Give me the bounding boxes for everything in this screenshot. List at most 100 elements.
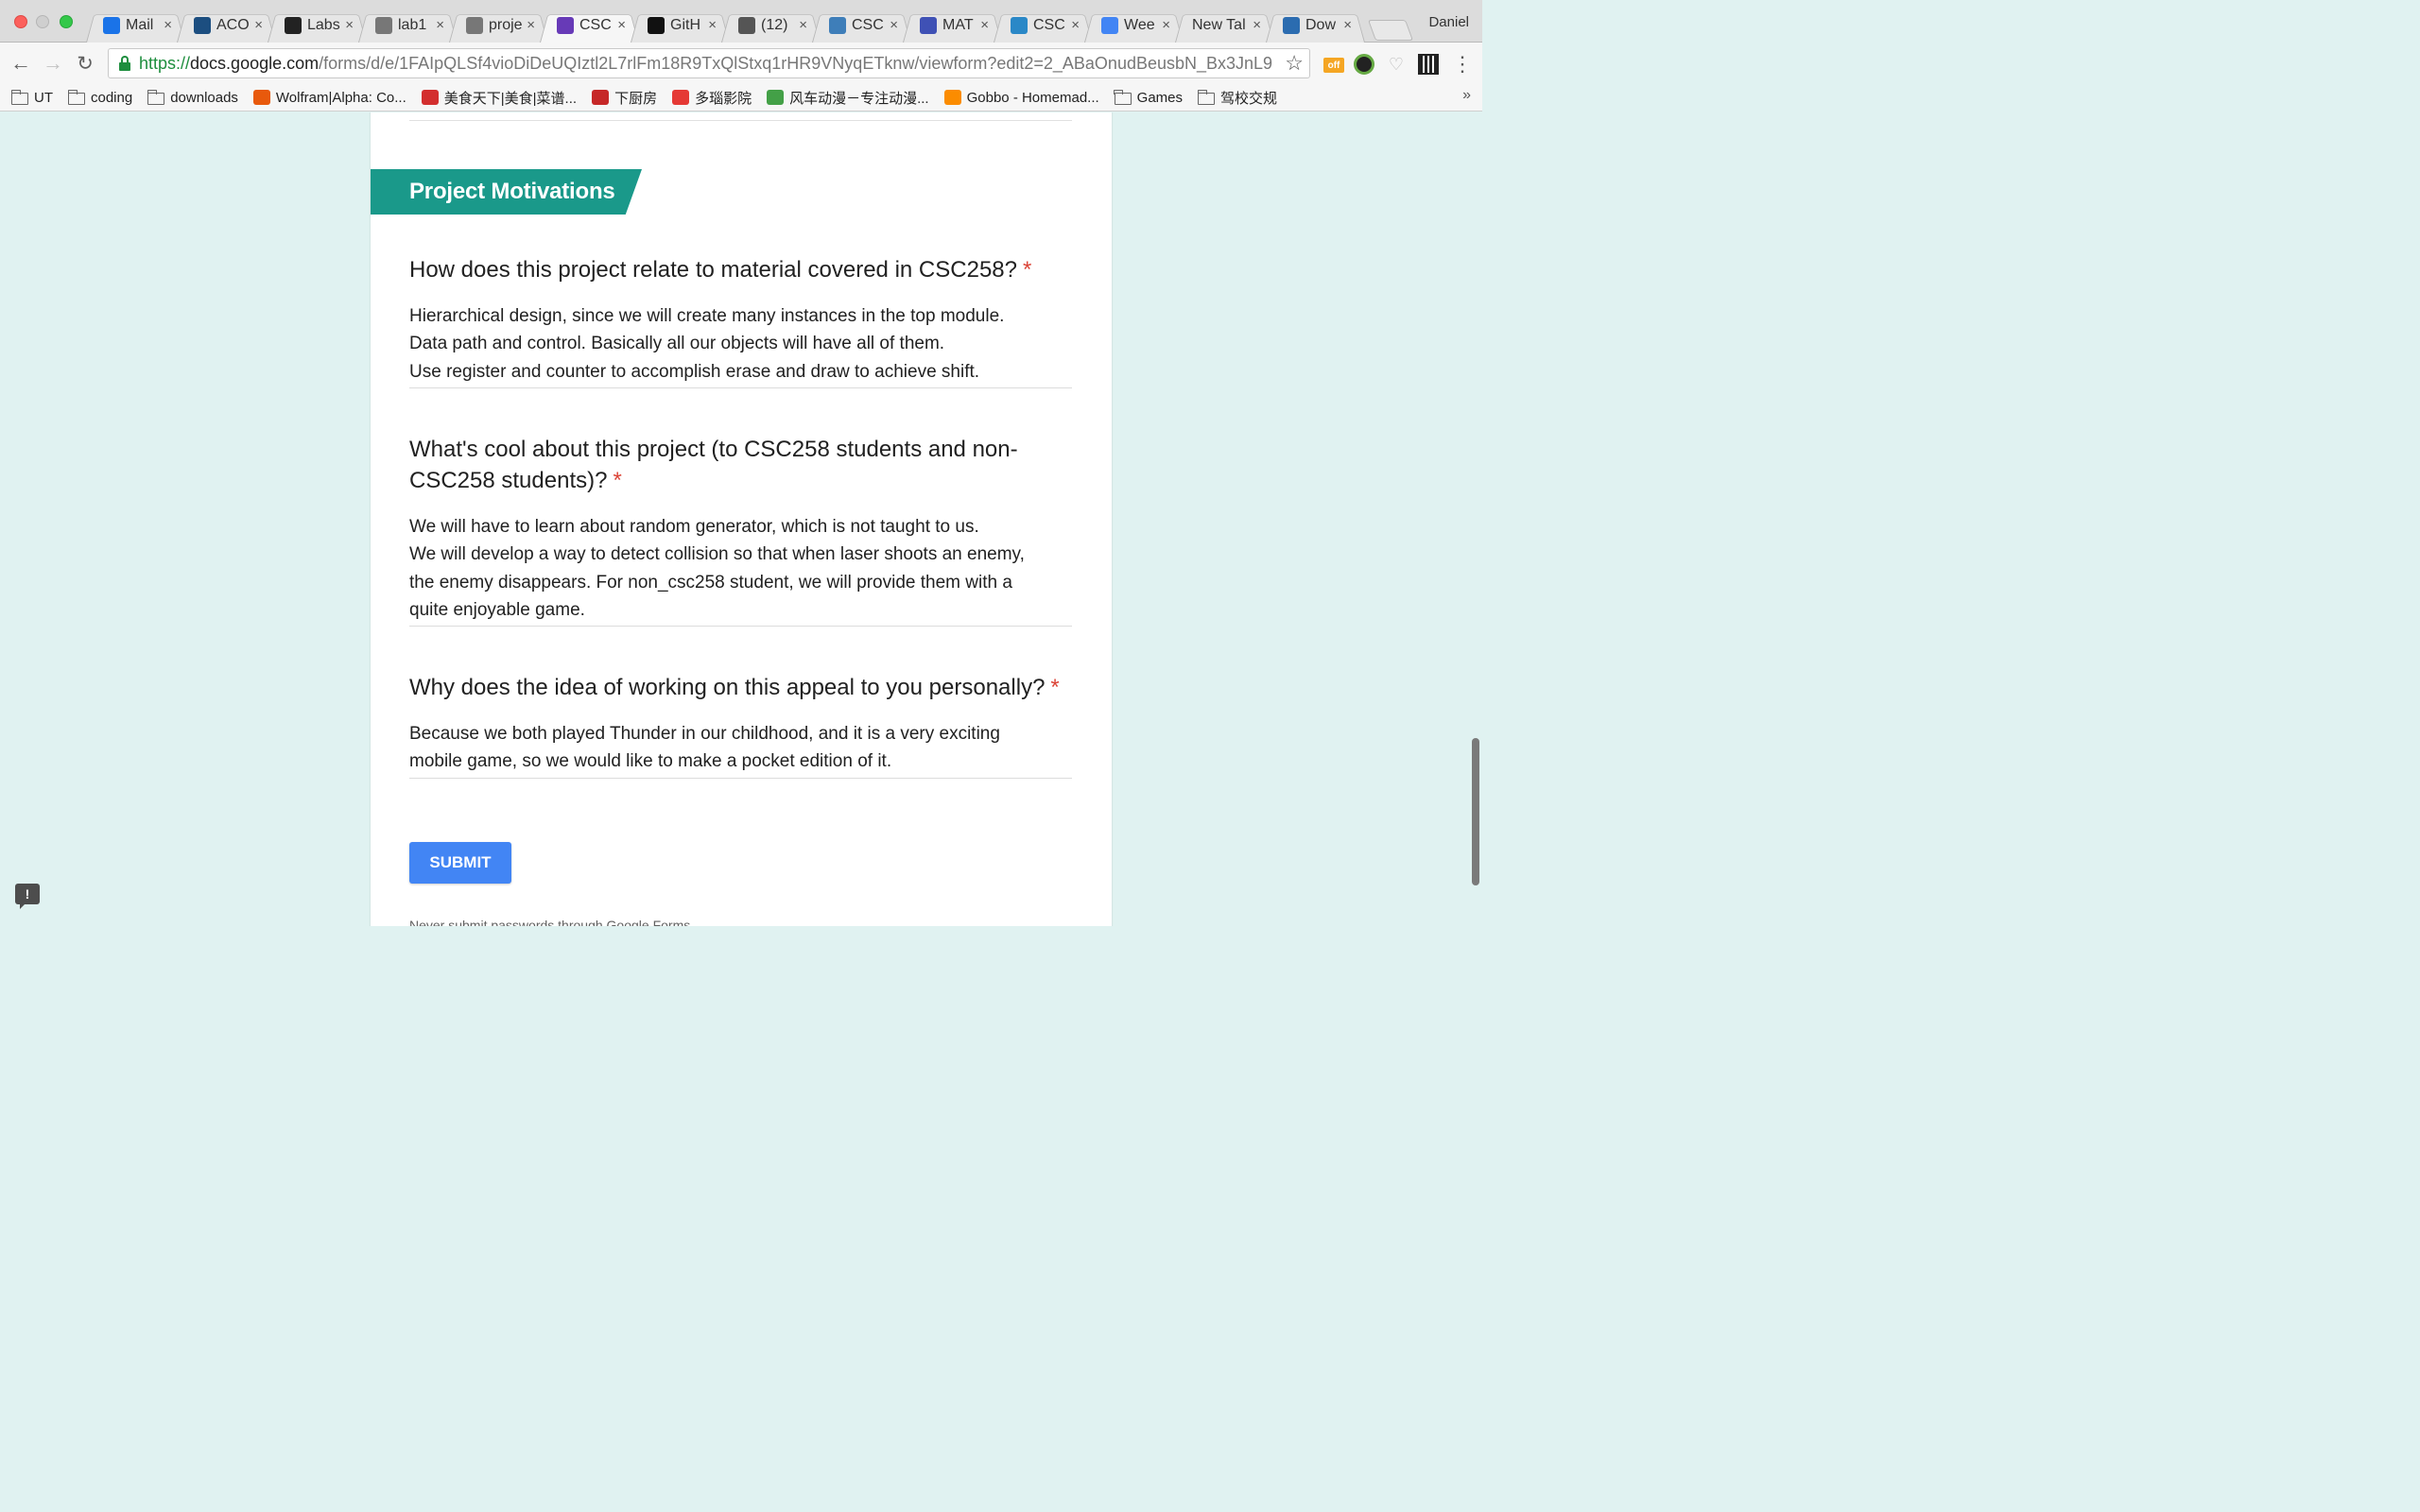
answer-line: the enemy disappears. For non_csc258 stu… bbox=[409, 572, 1012, 593]
docs-icon bbox=[1101, 17, 1118, 34]
reload-button[interactable]: ↻ bbox=[72, 50, 98, 77]
close-tab-icon[interactable]: × bbox=[527, 17, 535, 33]
pinwheel-icon bbox=[767, 90, 785, 105]
browser-tab[interactable]: (12) × bbox=[725, 9, 817, 43]
browser-tab[interactable]: lab1 × bbox=[362, 9, 454, 43]
github-icon bbox=[648, 17, 665, 34]
required-marker: * bbox=[1022, 257, 1032, 283]
folder-icon bbox=[10, 89, 28, 105]
tab-title: GitH bbox=[670, 17, 700, 33]
tab-title: (12) bbox=[761, 17, 788, 33]
close-tab-icon[interactable]: × bbox=[164, 17, 172, 33]
extension-off-label: off bbox=[1327, 60, 1340, 71]
browser-tab[interactable]: CSC × bbox=[816, 9, 908, 43]
close-tab-icon[interactable]: × bbox=[1162, 17, 1170, 33]
browser-tab[interactable]: MAT × bbox=[907, 9, 998, 43]
form-card: Project Motivations How does this projec… bbox=[371, 112, 1112, 926]
browser-tab[interactable]: CSC × bbox=[997, 9, 1089, 43]
fullscreen-window-button[interactable] bbox=[60, 15, 73, 28]
browser-menu-button[interactable]: ⋮ bbox=[1452, 52, 1473, 77]
tab-strip: Mail × ACO × Labs × lab1 × proje × CSC × GitH × (12) × C… bbox=[0, 0, 1482, 43]
close-tab-icon[interactable]: × bbox=[1253, 17, 1261, 33]
close-tab-icon[interactable]: × bbox=[254, 17, 263, 33]
browser-tab[interactable]: CSC × bbox=[544, 9, 635, 43]
folder-icon bbox=[147, 89, 165, 105]
blackboard-icon bbox=[285, 17, 302, 34]
browser-tab[interactable]: New Tal × bbox=[1179, 9, 1270, 43]
extension-eye-icon[interactable] bbox=[1354, 54, 1374, 75]
tab-title: Dow bbox=[1305, 17, 1337, 33]
close-tab-icon[interactable]: × bbox=[436, 17, 444, 33]
shield-crest-icon bbox=[920, 17, 937, 34]
bookmark-label: 风车动漫－专注动漫... bbox=[789, 90, 929, 107]
tab-title: Mail bbox=[126, 17, 154, 33]
browser-tab[interactable]: ACO × bbox=[181, 9, 272, 43]
browser-tab[interactable]: GitH × bbox=[634, 9, 726, 43]
bookmark-item[interactable]: downloads bbox=[147, 89, 238, 106]
reload-icon: ↻ bbox=[77, 52, 94, 75]
close-tab-icon[interactable]: × bbox=[345, 17, 354, 33]
submit-button[interactable]: SUBMIT bbox=[409, 842, 511, 884]
forward-button[interactable]: → bbox=[40, 50, 66, 77]
bookmark-item[interactable]: 风车动漫－专注动漫... bbox=[767, 88, 929, 108]
url-host: docs.google.com bbox=[190, 53, 320, 73]
answer-line: mobile game, so we would like to make a … bbox=[409, 751, 892, 772]
duonao-icon bbox=[672, 90, 690, 105]
qr-code-icon[interactable] bbox=[1418, 54, 1439, 75]
browser-tab[interactable]: Labs × bbox=[271, 9, 363, 43]
browser-tab[interactable]: Wee × bbox=[1088, 9, 1180, 43]
bookmark-item[interactable]: UT bbox=[10, 89, 53, 106]
answer-field[interactable]: We will have to learn about random gener… bbox=[409, 513, 1072, 627]
answer-field[interactable]: Hierarchical design, since we will creat… bbox=[409, 302, 1072, 388]
profile-name[interactable]: Daniel bbox=[1428, 14, 1469, 30]
url-scheme: https:// bbox=[139, 53, 191, 73]
close-tab-icon[interactable]: × bbox=[1343, 17, 1352, 33]
answer-field[interactable]: Because we both played Thunder in our ch… bbox=[409, 720, 1072, 779]
extension-off-icon[interactable]: off bbox=[1323, 58, 1344, 73]
bookmark-star-icon[interactable]: ☆ bbox=[1285, 51, 1304, 76]
url-text[interactable]: https://docs.google.com/forms/d/e/1FAIpQ… bbox=[139, 54, 1273, 74]
bookmark-label: downloads bbox=[170, 89, 238, 106]
question-material: How does this project relate to material… bbox=[409, 254, 1072, 388]
crest-icon bbox=[194, 17, 211, 34]
bookmarks-overflow-button[interactable]: » bbox=[1462, 87, 1471, 104]
browser-tab[interactable]: Mail × bbox=[90, 9, 182, 43]
bookmark-item[interactable]: Gobbo - Homemad... bbox=[943, 90, 1099, 106]
bookmark-label: 多瑙影院 bbox=[695, 90, 752, 107]
previous-answer-underline bbox=[409, 120, 1072, 121]
bookmark-item[interactable]: 驾校交规 bbox=[1197, 88, 1277, 108]
bookmark-item[interactable]: 美食天下|美食|菜谱... bbox=[421, 88, 578, 108]
close-tab-icon[interactable]: × bbox=[617, 17, 626, 33]
bookmark-item[interactable]: 多瑙影院 bbox=[672, 88, 752, 108]
back-button[interactable]: ← bbox=[8, 50, 34, 77]
new-tab-button[interactable] bbox=[1372, 20, 1409, 41]
minimize-window-button[interactable] bbox=[36, 15, 49, 28]
extension-cat-icon[interactable]: ♡ bbox=[1386, 54, 1407, 75]
close-tab-icon[interactable]: × bbox=[1071, 17, 1080, 33]
question-cool: What's cool about this project (to CSC25… bbox=[409, 434, 1072, 627]
bookmark-item[interactable]: 下厨房 bbox=[592, 88, 657, 108]
answer-line: We will have to learn about random gener… bbox=[409, 517, 979, 537]
close-tab-icon[interactable]: × bbox=[890, 17, 898, 33]
address-bar[interactable]: https://docs.google.com/forms/d/e/1FAIpQ… bbox=[108, 48, 1310, 78]
answer-line: Use register and counter to accomplish e… bbox=[409, 361, 980, 382]
tab-title: CSC bbox=[1033, 17, 1065, 33]
folder-icon bbox=[1197, 89, 1216, 105]
bookmark-item[interactable]: Games bbox=[1114, 89, 1183, 106]
feedback-button[interactable]: ! bbox=[15, 884, 40, 909]
bookmark-item[interactable]: Wolfram|Alpha: Co... bbox=[252, 90, 406, 106]
question-title-line: CSC258 students)? bbox=[409, 468, 608, 493]
bookmark-label: 美食天下|美食|菜谱... bbox=[443, 90, 578, 107]
bookmark-item[interactable]: coding bbox=[67, 89, 132, 106]
bookmarks-bar: UT coding downloads Wolfram|Alpha: Co... 美食天… bbox=[0, 84, 1482, 112]
scrollbar-thumb[interactable] bbox=[1472, 738, 1479, 885]
required-marker: * bbox=[613, 468, 622, 493]
question-title: What's cool about this project (to CSC25… bbox=[409, 434, 1072, 496]
close-window-button[interactable] bbox=[14, 15, 27, 28]
close-tab-icon[interactable]: × bbox=[708, 17, 717, 33]
close-tab-icon[interactable]: × bbox=[980, 17, 989, 33]
browser-tab[interactable]: Dow × bbox=[1270, 9, 1361, 43]
lock-icon bbox=[118, 56, 131, 71]
close-tab-icon[interactable]: × bbox=[799, 17, 807, 33]
browser-tab[interactable]: proje × bbox=[453, 9, 544, 43]
